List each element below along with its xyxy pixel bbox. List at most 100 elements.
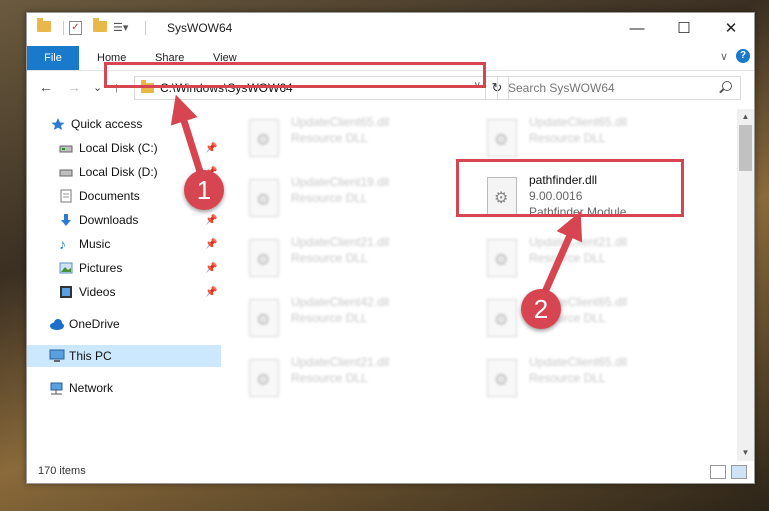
dll-file-icon — [249, 179, 279, 217]
sidebar-item-label: Network — [69, 381, 114, 395]
sidebar-item-label: Local Disk (D:) — [79, 165, 158, 179]
dll-file-icon — [487, 359, 517, 397]
music-icon: ♪ — [59, 236, 66, 252]
dll-file-icon — [487, 119, 517, 157]
sidebar-item-music[interactable]: ♪ Music 📌 — [27, 233, 221, 255]
file-name: UpdateClient21.dll — [291, 355, 390, 369]
pin-icon[interactable]: 📌 — [205, 239, 217, 250]
dll-file-icon — [487, 239, 517, 277]
scroll-up-icon[interactable]: ▲ — [737, 109, 754, 125]
title-bar: ✓ ☰▾ SysWOW64 — ☐ ✕ — [27, 13, 754, 44]
pin-icon[interactable]: 📌 — [205, 143, 217, 154]
sidebar-item-label: Quick access — [71, 117, 143, 131]
file-name: UpdateClient65.dll — [291, 115, 390, 129]
sidebar-item-local-disk-c[interactable]: Local Disk (C:) 📌 — [27, 137, 221, 159]
close-button[interactable]: ✕ — [708, 13, 754, 43]
list-item[interactable]: UpdateClient21.dll Resource DLL — [243, 233, 463, 283]
item-count: 170 items — [38, 465, 86, 477]
sidebar-item-label: Downloads — [79, 213, 139, 227]
cloud-icon — [49, 317, 64, 331]
sidebar-item-label: Documents — [79, 189, 140, 203]
new-folder-icon[interactable] — [93, 18, 107, 32]
list-item[interactable]: UpdateClient65.dll Resource DLL — [481, 293, 701, 343]
file-description: Resource DLL — [529, 371, 606, 385]
step-2-marker: 2 — [521, 289, 561, 329]
customize-toolbar-icon[interactable]: ☰▾ — [113, 21, 128, 34]
documents-icon — [59, 189, 73, 203]
minimize-button[interactable]: — — [614, 13, 660, 43]
sidebar-item-pictures[interactable]: Pictures 📌 — [27, 257, 221, 279]
tab-file[interactable]: File — [27, 46, 79, 70]
network-icon — [49, 381, 63, 395]
recent-locations-button[interactable]: ⌄ — [93, 81, 102, 94]
toolbar-separator — [63, 21, 64, 35]
pictures-icon — [59, 261, 73, 275]
search-icon[interactable] — [722, 81, 732, 91]
details-view-icon[interactable] — [710, 465, 726, 479]
navigation-pane: Quick access Local Disk (C:) 📌 Local Dis… — [27, 109, 221, 461]
scroll-down-icon[interactable]: ▼ — [737, 445, 754, 461]
file-description: Resource DLL — [529, 131, 606, 145]
pin-icon[interactable]: 📌 — [205, 263, 217, 274]
large-icons-view-icon[interactable] — [731, 465, 747, 479]
sidebar-item-onedrive[interactable]: OneDrive — [27, 313, 221, 335]
quick-access-folder-icon[interactable] — [37, 18, 51, 32]
download-icon — [59, 213, 73, 227]
sidebar-item-downloads[interactable]: Downloads 📌 — [27, 209, 221, 231]
collapse-ribbon-icon[interactable]: ∨ — [720, 50, 728, 63]
toolbar-separator — [145, 21, 146, 35]
file-description: Resource DLL — [291, 311, 368, 325]
scrollbar-thumb[interactable] — [739, 125, 752, 171]
pin-icon[interactable]: 📌 — [205, 287, 217, 298]
file-description: Resource DLL — [291, 371, 368, 385]
back-button[interactable]: ← — [39, 79, 53, 95]
step-1-marker: 1 — [184, 170, 224, 210]
properties-check-icon[interactable]: ✓ — [69, 21, 82, 35]
sidebar-item-label: Videos — [79, 285, 116, 299]
file-name: UpdateClient19.dll — [291, 175, 390, 189]
search-placeholder: Search SysWOW64 — [508, 81, 615, 95]
forward-button[interactable]: → — [67, 79, 81, 95]
sidebar-item-label: Local Disk (C:) — [79, 141, 158, 155]
sidebar-item-network[interactable]: Network — [27, 377, 221, 399]
sidebar-item-this-pc[interactable]: This PC — [27, 345, 221, 367]
file-description: Resource DLL — [291, 251, 368, 265]
sidebar-item-label: Pictures — [79, 261, 123, 275]
dll-file-icon — [249, 119, 279, 157]
list-item[interactable]: UpdateClient19.dll Resource DLL — [243, 173, 463, 223]
sidebar-item-label: OneDrive — [69, 317, 120, 331]
list-item[interactable]: UpdateClient65.dll Resource DLL — [481, 353, 701, 403]
pin-icon[interactable]: 📌 — [205, 215, 217, 226]
list-item[interactable]: UpdateClient21.dll Resource DLL — [243, 353, 463, 403]
drive-icon — [59, 141, 73, 155]
list-item[interactable]: UpdateClient42.dll Resource DLL — [243, 293, 463, 343]
dll-file-icon — [249, 299, 279, 337]
maximize-button[interactable]: ☐ — [661, 13, 707, 43]
list-item[interactable]: UpdateClient65.dll Resource DLL — [481, 113, 701, 163]
status-bar: 170 items — [27, 461, 754, 483]
file-name: UpdateClient21.dll — [291, 235, 390, 249]
help-icon[interactable]: ? — [736, 49, 750, 63]
window-title: SysWOW64 — [167, 21, 233, 35]
sidebar-item-videos[interactable]: Videos 📌 — [27, 281, 221, 303]
dll-file-icon — [487, 299, 517, 337]
list-item[interactable]: UpdateClient21.dll Resource DLL — [481, 233, 701, 283]
address-highlight-box — [104, 62, 486, 88]
file-name: UpdateClient21.dll — [529, 235, 628, 249]
sidebar-item-label: This PC — [69, 349, 112, 363]
file-description: Resource DLL — [291, 191, 368, 205]
dll-file-icon — [249, 359, 279, 397]
file-description: Resource DLL — [291, 131, 368, 145]
file-name: UpdateClient65.dll — [529, 115, 628, 129]
computer-icon — [49, 349, 65, 363]
videos-icon — [59, 285, 73, 299]
vertical-scrollbar[interactable]: ▲ ▼ — [737, 109, 754, 461]
search-input[interactable]: Search SysWOW64 — [497, 76, 741, 100]
star-icon — [51, 117, 65, 131]
drive-icon — [59, 165, 73, 179]
file-name: UpdateClient42.dll — [291, 295, 390, 309]
file-name: UpdateClient65.dll — [529, 355, 628, 369]
list-item[interactable]: UpdateClient65.dll Resource DLL — [243, 113, 463, 163]
sidebar-item-quick-access[interactable]: Quick access — [27, 113, 221, 135]
dll-file-icon — [249, 239, 279, 277]
